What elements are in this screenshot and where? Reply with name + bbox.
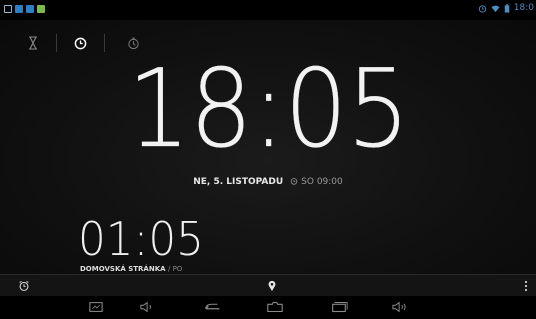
back-icon [203, 302, 221, 312]
next-alarm-label: SO 09:00 [301, 177, 343, 187]
world-clock-city: DOMOVSKÁ STRÁNKA [80, 265, 166, 273]
action-bar [0, 274, 536, 296]
location-pin-icon [267, 280, 277, 292]
app-icon [26, 5, 34, 13]
world-clock-label: DOMOVSKÁ STRÁNKA / PO [80, 265, 182, 273]
recent-apps-button[interactable] [328, 299, 350, 315]
cities-button[interactable] [264, 278, 280, 294]
world-clock-digits: 01:05 [78, 212, 204, 266]
wifi-icon [491, 4, 500, 13]
alarm-icon [478, 4, 487, 13]
overflow-menu-icon [524, 280, 528, 292]
next-alarm[interactable]: SO 09:00 [290, 177, 343, 187]
alarm-icon [18, 280, 30, 292]
tab-clock[interactable] [65, 30, 95, 56]
app-icon [15, 5, 23, 13]
app-icon [37, 5, 45, 13]
hourglass-icon [28, 36, 38, 50]
home-button[interactable] [264, 299, 286, 315]
main-clock-digits: 18:05 [127, 47, 410, 172]
overflow-menu-button[interactable] [518, 278, 534, 294]
clock-app: 18:05 NE, 5. LISTOPADU SO 09:00 01:05 DO… [0, 20, 536, 274]
clock-icon [74, 37, 87, 50]
screenshot-icon [89, 301, 103, 313]
volume-up-icon [392, 301, 408, 313]
main-clock-time: 18:05 [0, 47, 536, 172]
world-clock-day: / PO [168, 265, 183, 273]
volume-up-button[interactable] [389, 299, 411, 315]
navigation-bar [0, 296, 536, 319]
screenshot-button[interactable] [85, 299, 107, 315]
volume-down-button[interactable] [137, 299, 159, 315]
world-clock-time[interactable]: 01:05 [78, 216, 211, 262]
status-time: 18:0 [513, 3, 534, 13]
volume-down-icon [140, 301, 156, 313]
status-bar: 18:0 [0, 0, 536, 20]
alarm-icon [291, 178, 298, 185]
battery-icon [504, 3, 510, 13]
date-label: NE, 5. LISTOPADU [193, 177, 284, 187]
tab-divider [56, 34, 57, 52]
notification-icon [4, 5, 12, 13]
back-button[interactable] [201, 299, 223, 315]
date-line: NE, 5. LISTOPADU SO 09:00 [0, 177, 536, 187]
recent-apps-icon [330, 301, 348, 313]
alarm-button[interactable] [16, 278, 32, 294]
home-icon [266, 301, 284, 313]
tab-timer[interactable] [18, 30, 48, 56]
tab-divider [104, 34, 105, 52]
